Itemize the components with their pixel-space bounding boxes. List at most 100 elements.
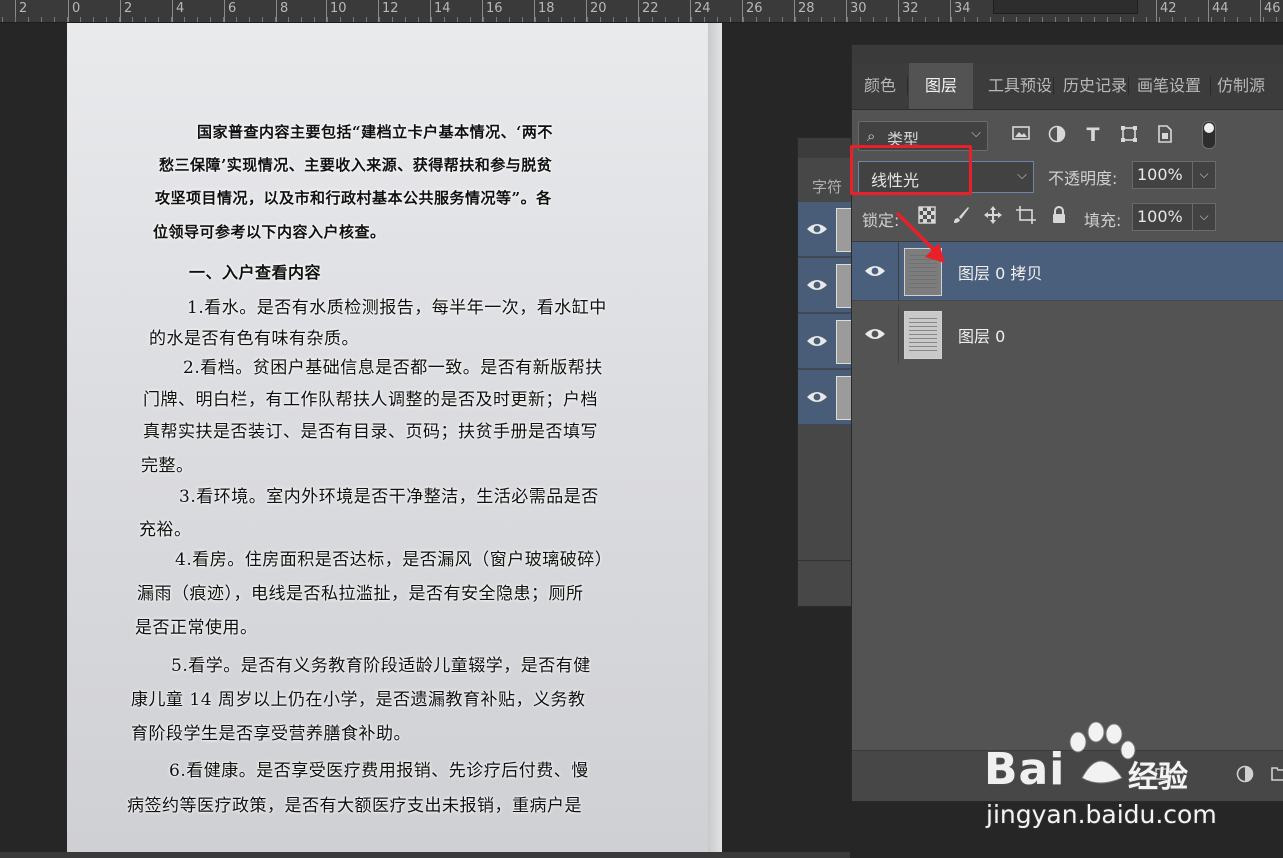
filter-toggle[interactable]	[1202, 121, 1216, 149]
ruler-minor-tick	[899, 17, 900, 22]
ruler-minor-tick	[1068, 17, 1069, 22]
ruler-tick-label: 10	[326, 0, 347, 22]
visibility-cell[interactable]	[852, 242, 899, 300]
document-line: 国家普查内容主要包括“建档立卡户基本情况、‘两不	[197, 123, 553, 141]
ruler-minor-tick	[522, 17, 523, 22]
document-line: 位领导可参考以下内容入户核查。	[153, 223, 386, 241]
ruler-minor-tick	[795, 17, 796, 22]
document-line: 真帮实扶是否装订、是否有目录、页码；扶贫手册是否填写	[143, 422, 598, 442]
layer-name[interactable]: 图层 0 拷贝	[958, 260, 1042, 284]
eye-icon[interactable]	[806, 221, 828, 237]
ruler-minor-tick	[1172, 17, 1173, 22]
document-line: 的水是否有色有味有杂质。	[149, 329, 359, 349]
ruler-minor-tick	[314, 17, 315, 22]
toggle-knob	[1204, 123, 1214, 133]
chevron-down-icon[interactable]: ⌵	[1192, 162, 1215, 188]
ruler-tick-label: 22	[638, 0, 659, 22]
document-line: 攻坚项目情况，以及市和行政村基本公共服务情况等”。各	[155, 189, 552, 207]
opacity-value: 100%	[1137, 165, 1183, 184]
ruler-minor-tick	[665, 17, 666, 22]
horizontal-ruler: 2 0 2 4 6 8 10 12 14 16 18 20 22 24 26 28 30 32 34 42 44 46	[0, 0, 1283, 23]
layer-thumbnail	[904, 248, 942, 296]
ruler-minor-tick	[236, 17, 237, 22]
ruler-minor-tick	[132, 17, 133, 22]
character-panel-row[interactable]	[798, 314, 858, 369]
ruler-minor-tick	[1029, 17, 1030, 22]
ruler-minor-tick	[457, 17, 458, 22]
eye-icon[interactable]	[806, 277, 828, 293]
ruler-minor-tick	[951, 17, 952, 22]
tab-history[interactable]: 历史记录	[1063, 63, 1129, 109]
lock-move-icon[interactable]	[982, 206, 1004, 228]
visibility-cell[interactable]	[852, 305, 899, 363]
document-image[interactable]: 国家普查内容主要包括“建档立卡户基本情况、‘两不 愁三保障’实现情况、主要收入来源…	[67, 23, 722, 853]
smart-object-filter-icon[interactable]	[1154, 125, 1176, 145]
ruler-tick-label: 14	[430, 0, 451, 22]
ruler-tick-label: 16	[482, 0, 503, 22]
adjustment-filter-icon[interactable]	[1046, 125, 1068, 145]
character-panel-header[interactable]	[798, 138, 858, 158]
highlight-annotation-box	[850, 145, 972, 195]
image-filter-icon[interactable]	[1010, 125, 1032, 145]
tab-label: 颜色	[863, 76, 896, 95]
ruler-minor-tick	[80, 17, 81, 22]
ruler-tick-label: 0	[68, 0, 80, 22]
ruler-minor-tick	[509, 17, 510, 22]
lock-brush-icon[interactable]	[950, 206, 972, 228]
tab-clone-source[interactable]: 仿制源	[1217, 63, 1283, 109]
chevron-down-icon[interactable]: ⌵	[1192, 204, 1215, 230]
ruler-minor-tick	[1211, 17, 1212, 22]
ruler-minor-tick	[1003, 17, 1004, 22]
tab-brush-settings[interactable]: 画笔设置	[1137, 63, 1211, 109]
ruler-tick-label: 24	[690, 0, 711, 22]
new-adjustment-layer-icon[interactable]	[1234, 765, 1256, 787]
eye-icon[interactable]	[864, 326, 886, 342]
fill-field[interactable]: 100% ⌵	[1132, 203, 1216, 231]
ruler-minor-tick	[626, 17, 627, 22]
document-line: 6.看健康。是否享受医疗费用报销、先诊疗后付费、慢	[169, 761, 589, 781]
lock-transparent-icon[interactable]	[916, 206, 938, 228]
ruler-minor-tick	[782, 17, 783, 22]
character-panel-row[interactable]	[798, 202, 858, 257]
tab-tool-presets[interactable]: 工具预设	[988, 63, 1054, 109]
ruler-tick-label: 12	[378, 0, 399, 22]
horizontal-scrollbar[interactable]	[0, 852, 850, 858]
character-panel-row[interactable]	[798, 370, 858, 425]
panel-title-bar[interactable]	[852, 45, 1283, 63]
blend-mode-row: 线性光 ⌵ 不透明度: 100% ⌵	[850, 145, 1283, 195]
ruler-minor-tick	[1094, 17, 1095, 22]
ruler-minor-tick	[184, 17, 185, 22]
ruler-minor-tick	[847, 17, 848, 22]
layer-name[interactable]: 图层 0	[958, 323, 1005, 347]
layers-panel-footer	[852, 750, 1283, 801]
document-line: 病签约等医疗政策，是否有大额医疗支出未报销，重病户是	[127, 796, 582, 816]
new-group-icon[interactable]	[1268, 765, 1283, 787]
ruler-minor-tick	[912, 17, 913, 22]
ruler-minor-tick	[704, 17, 705, 22]
tab-label: 历史记录	[1063, 76, 1128, 95]
type-filter-icon[interactable]: T	[1082, 125, 1104, 145]
lock-all-icon[interactable]	[1048, 206, 1070, 228]
eye-icon[interactable]	[864, 263, 886, 279]
tab-layers[interactable]: 图层	[909, 63, 973, 109]
fx-icon[interactable]	[1152, 765, 1174, 787]
tab-color[interactable]: 颜色	[852, 63, 908, 109]
lock-artboard-icon[interactable]	[1015, 206, 1037, 228]
divider	[852, 300, 1283, 301]
layer-row-base[interactable]: 图层 0	[852, 305, 1283, 363]
ruler-minor-tick	[1016, 17, 1017, 22]
opacity-field[interactable]: 100% ⌵	[1132, 161, 1216, 189]
shape-filter-icon[interactable]	[1118, 125, 1140, 145]
document-line: 3.看环境。室内外环境是否干净整洁，生活必需品是否	[179, 487, 599, 507]
character-panel-row[interactable]	[798, 258, 858, 313]
document-line: 康儿童 14 周岁以上仍在小学，是否遗漏教育补贴，义务教	[131, 690, 586, 710]
ruler-minor-tick	[587, 17, 588, 22]
document-line: 门牌、明白栏，有工作队帮扶人调整的是否及时更新；户档	[143, 390, 598, 410]
ruler-minor-tick	[67, 17, 68, 22]
layer-row-copy[interactable]: 图层 0 拷贝	[852, 242, 1283, 300]
ruler-minor-tick	[1185, 17, 1186, 22]
ruler-tick-label: 4	[172, 0, 184, 22]
ruler-minor-tick	[483, 17, 484, 22]
eye-icon[interactable]	[806, 333, 828, 349]
eye-icon[interactable]	[806, 389, 828, 405]
